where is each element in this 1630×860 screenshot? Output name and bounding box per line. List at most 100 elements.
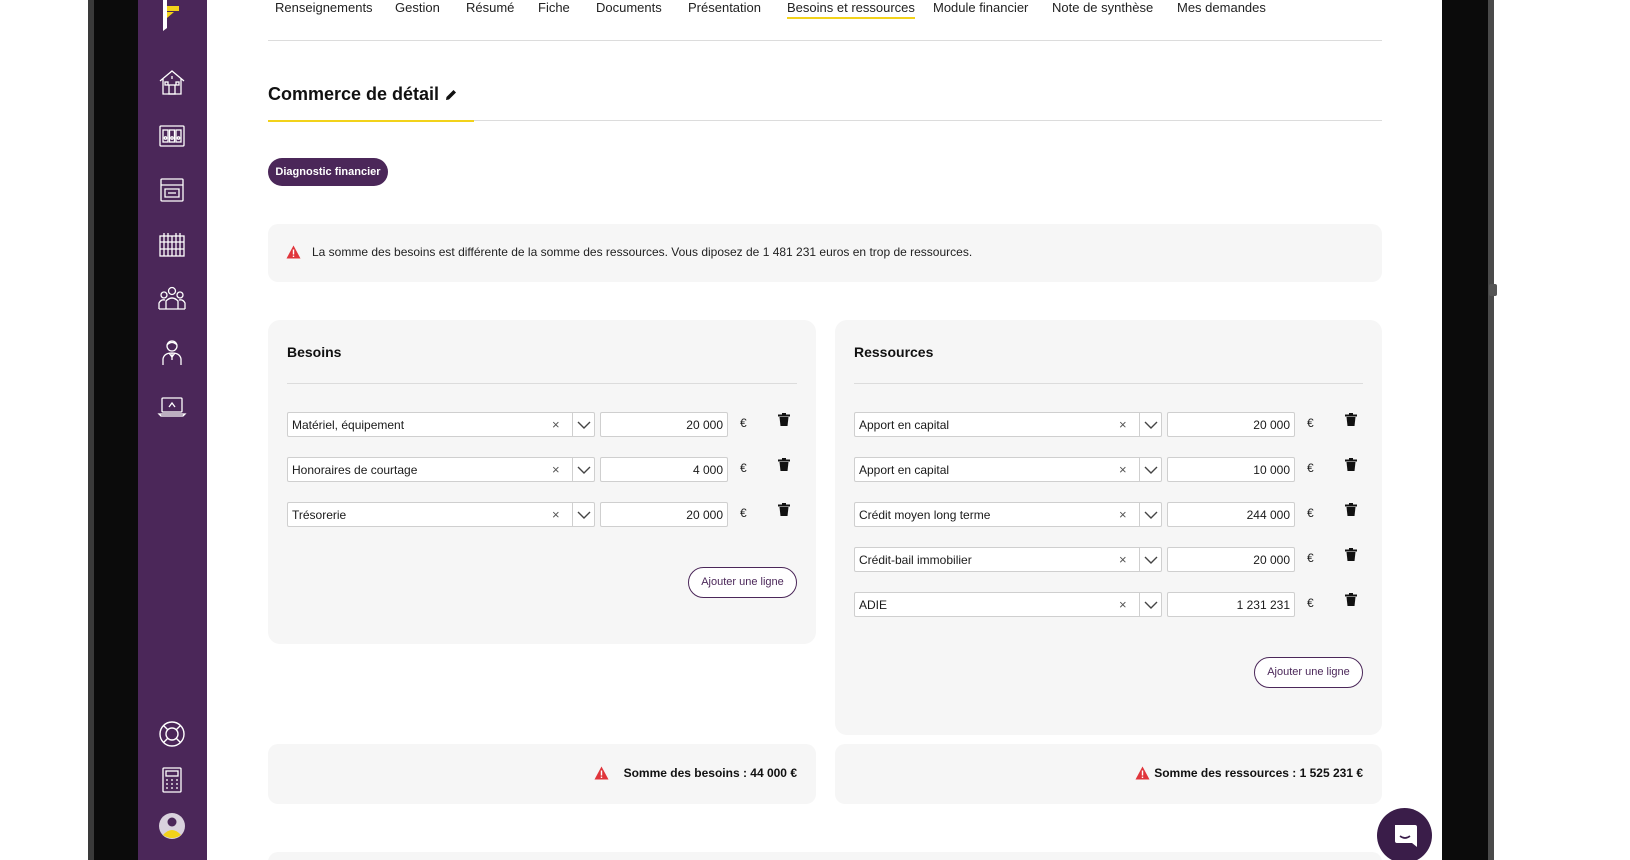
trash-icon[interactable] — [778, 503, 790, 516]
logo-icon[interactable] — [160, 0, 182, 32]
trash-icon[interactable] — [1345, 548, 1357, 561]
calculator-icon[interactable] — [156, 764, 188, 796]
chevron-down-icon[interactable] — [1144, 599, 1158, 611]
amount-input[interactable] — [1167, 457, 1295, 482]
trash-icon[interactable] — [1345, 413, 1357, 426]
archive-icon[interactable] — [156, 174, 188, 206]
select-value: Matériel, équipement — [292, 418, 405, 432]
besoins-select[interactable]: Honoraires de courtage × — [287, 457, 595, 482]
clear-icon[interactable]: × — [1119, 552, 1127, 567]
title-underline — [268, 120, 474, 122]
ressources-select[interactable]: Apport en capital × — [854, 412, 1162, 437]
amount-input[interactable] — [600, 412, 728, 437]
select-value: Apport en capital — [859, 418, 950, 432]
select-value: Trésorerie — [292, 508, 347, 522]
main-content: Renseignements Gestion Résumé Fiche Docu… — [207, 0, 1442, 860]
trash-icon[interactable] — [1345, 458, 1357, 471]
tab-besoins-ressources[interactable]: Besoins et ressources — [787, 0, 915, 19]
chevron-down-icon[interactable] — [1144, 464, 1158, 476]
section-header: Commerce de détail — [268, 80, 1382, 122]
team-icon[interactable] — [156, 282, 188, 314]
library-icon[interactable] — [156, 228, 188, 260]
tab-note-synthese[interactable]: Note de synthèse — [1052, 0, 1153, 15]
trash-icon[interactable] — [1345, 503, 1357, 516]
besoins-row: Honoraires de courtage × € — [287, 457, 797, 482]
trash-icon[interactable] — [778, 458, 790, 471]
trash-icon[interactable] — [1345, 593, 1357, 606]
amount-input[interactable] — [1167, 502, 1295, 527]
select-value: Honoraires de courtage — [292, 463, 418, 477]
tab-documents[interactable]: Documents — [596, 0, 662, 15]
chat-button[interactable] — [1377, 808, 1432, 860]
ressources-total-text: Somme des ressources : 1 525 231 € — [1154, 766, 1363, 780]
home-icon[interactable] — [156, 66, 188, 98]
chevron-down-icon[interactable] — [577, 464, 591, 476]
clear-icon[interactable]: × — [1119, 462, 1127, 477]
select-value: Crédit-bail immobilier — [859, 553, 972, 567]
ressources-row: Apport en capital × € — [854, 412, 1364, 437]
page-title: Commerce de détail — [268, 84, 440, 104]
tab-module-financier[interactable]: Module financier — [933, 0, 1028, 15]
currency-label: € — [740, 506, 747, 520]
warning-icon — [1135, 766, 1150, 780]
amount-input[interactable] — [1167, 547, 1295, 572]
currency-label: € — [740, 416, 747, 430]
besoins-select[interactable]: Trésorerie × — [287, 502, 595, 527]
advisor-icon[interactable] — [156, 336, 188, 368]
trash-icon[interactable] — [778, 413, 790, 426]
currency-label: € — [1307, 506, 1314, 520]
ressources-select[interactable]: Crédit-bail immobilier × — [854, 547, 1162, 572]
clear-icon[interactable]: × — [1119, 507, 1127, 522]
besoins-select[interactable]: Matériel, équipement × — [287, 412, 595, 437]
besoins-total-text: Somme des besoins : 44 000 € — [623, 766, 797, 780]
chevron-down-icon[interactable] — [577, 419, 591, 431]
tab-fiche[interactable]: Fiche — [538, 0, 570, 15]
device-frame-left — [88, 0, 138, 860]
diagnostic-financier-button[interactable]: Diagnostic financier — [268, 158, 388, 186]
chevron-down-icon[interactable] — [1144, 509, 1158, 521]
ressources-select[interactable]: Apport en capital × — [854, 457, 1162, 482]
clear-icon[interactable]: × — [552, 462, 560, 477]
besoins-total: Somme des besoins : 44 000 € — [268, 744, 816, 804]
chat-icon — [1394, 824, 1417, 847]
tab-gestion[interactable]: Gestion — [395, 0, 440, 15]
dashboard-icon[interactable] — [156, 120, 188, 152]
amount-input[interactable] — [1167, 592, 1295, 617]
besoins-row: Trésorerie × € — [287, 502, 797, 527]
ressources-title: Ressources — [854, 344, 934, 360]
amount-input[interactable] — [600, 457, 728, 482]
tab-presentation[interactable]: Présentation — [688, 0, 761, 15]
ressources-total: Somme des ressources : 1 525 231 € — [835, 744, 1382, 804]
clear-icon[interactable]: × — [552, 507, 560, 522]
clear-icon[interactable]: × — [1119, 417, 1127, 432]
amount-input[interactable] — [1167, 412, 1295, 437]
currency-label: € — [1307, 596, 1314, 610]
alert-banner: La somme des besoins est différente de l… — [268, 224, 1382, 282]
ressources-select[interactable]: Crédit moyen long terme × — [854, 502, 1162, 527]
pencil-icon[interactable] — [444, 88, 458, 102]
currency-label: € — [1307, 551, 1314, 565]
user-avatar-icon[interactable] — [156, 810, 188, 842]
laptop-icon[interactable] — [156, 390, 188, 422]
besoins-panel: Besoins Matériel, équipement × € Honorai… — [268, 320, 816, 644]
tab-mes-demandes[interactable]: Mes demandes — [1177, 0, 1266, 15]
warning-icon — [286, 245, 301, 259]
clear-icon[interactable]: × — [552, 417, 560, 432]
clear-icon[interactable]: × — [1119, 597, 1127, 612]
ressources-row: Crédit-bail immobilier × € — [854, 547, 1364, 572]
ressources-row: Apport en capital × € — [854, 457, 1364, 482]
support-icon[interactable] — [156, 718, 188, 750]
ressources-select[interactable]: ADIE × — [854, 592, 1162, 617]
chevron-down-icon[interactable] — [577, 509, 591, 521]
add-besoin-line-button[interactable]: Ajouter une ligne — [688, 567, 797, 598]
chevron-down-icon[interactable] — [1144, 419, 1158, 431]
add-ressource-line-button[interactable]: Ajouter une ligne — [1254, 657, 1363, 688]
sidebar — [138, 0, 207, 860]
alert-message: La somme des besoins est différente de l… — [312, 245, 973, 259]
besoins-title: Besoins — [287, 344, 342, 360]
amount-input[interactable] — [600, 502, 728, 527]
tab-renseignements[interactable]: Renseignements — [275, 0, 373, 15]
select-value: Crédit moyen long terme — [859, 508, 991, 522]
chevron-down-icon[interactable] — [1144, 554, 1158, 566]
tab-resume[interactable]: Résumé — [466, 0, 514, 15]
